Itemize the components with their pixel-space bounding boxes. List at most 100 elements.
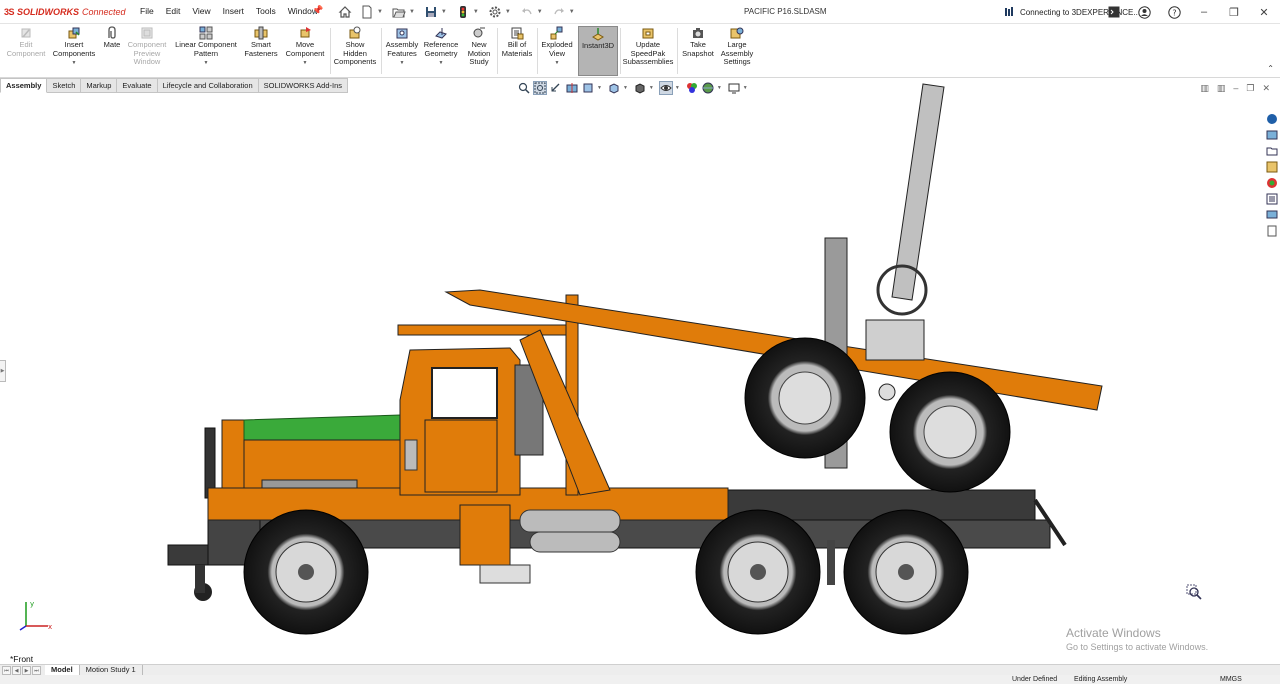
assembly-features-dropdown-icon[interactable]: ▼ [400,59,405,68]
previous-tab-icon[interactable]: ◀ [12,665,21,675]
view-orientation-icon[interactable] [607,81,621,95]
view-settings-dropdown-icon[interactable]: ▼ [743,85,748,91]
insert-components-dropdown-icon[interactable]: ▼ [72,59,77,68]
zoom-to-fit-icon[interactable] [517,81,531,95]
options-dropdown-icon[interactable]: ▼ [505,9,511,15]
options-gear-icon[interactable] [486,3,504,21]
linear-component-pattern-button[interactable]: Linear Component Pattern ▼ [172,26,240,68]
menu-file[interactable]: File [140,6,154,16]
close-window-icon[interactable]: ✕ [1256,4,1272,20]
split-view-right-icon[interactable]: ▥ [1217,83,1226,94]
reference-geometry-dropdown-icon[interactable]: ▼ [439,59,444,68]
dynamic-annotation-views-icon[interactable] [581,81,595,95]
next-tab-icon[interactable]: ▶ [22,665,31,675]
hide-show-dropdown-icon[interactable]: ▼ [675,85,680,91]
redo-dropdown-icon[interactable]: ▼ [569,9,575,15]
viewport-window-controls: ▥ ▥ – ❐ ✕ [1200,83,1270,94]
edit-appearance-icon[interactable] [685,81,699,95]
tab-lifecycle-collaboration[interactable]: Lifecycle and Collaboration [157,78,259,93]
rebuild-dropdown-icon[interactable]: ▼ [473,9,479,15]
tab-evaluate[interactable]: Evaluate [117,78,158,93]
file-explorer-icon[interactable] [1265,144,1279,158]
undo-dropdown-icon[interactable]: ▼ [537,9,543,15]
design-library-icon[interactable] [1265,128,1279,142]
collapse-ribbon-icon[interactable]: ⌃ [1267,64,1274,73]
tab-markup[interactable]: Markup [81,78,118,93]
exploded-view-dropdown-icon[interactable]: ▼ [555,59,560,68]
show-hidden-components-button[interactable]: Show Hidden Components [332,26,378,67]
mate-button[interactable]: Mate [100,26,124,50]
large-assembly-label: Large Assembly Settings [720,40,754,67]
move-component-button[interactable]: Move Component ▼ [282,26,328,68]
maximize-window-icon[interactable]: ❐ [1226,4,1242,20]
instant3d-button[interactable]: Instant3D [578,26,618,76]
viewport-restore-icon[interactable]: ❐ [1246,83,1254,94]
new-motion-study-button[interactable]: New Motion Study [462,26,496,67]
component-preview-window-button[interactable]: Component Preview Window [124,26,170,67]
viewport-minimize-icon[interactable]: – [1233,83,1238,94]
reference-geometry-button[interactable]: Reference Geometry ▼ [422,26,460,68]
help-icon[interactable]: ? [1166,4,1182,20]
display-style-dropdown-icon[interactable]: ▼ [649,85,654,91]
tab-sketch[interactable]: Sketch [47,78,82,93]
pin-menu-icon[interactable]: 📌 [312,5,323,16]
redo-icon[interactable] [550,3,568,21]
solidworks-logo[interactable]: 3S SOLIDWORKS Connected [4,5,126,19]
home-icon[interactable] [336,3,354,21]
menu-view[interactable]: View [192,6,210,16]
user-account-icon[interactable] [1136,4,1152,20]
new-dropdown-icon[interactable]: ▼ [377,9,383,15]
display-style-icon[interactable] [633,81,647,95]
annotation-views-dropdown-icon[interactable]: ▼ [597,85,602,91]
menu-edit[interactable]: Edit [166,6,181,16]
save-icon[interactable] [422,3,440,21]
update-speedpak-button[interactable]: Update SpeedPak Subassemblies [622,26,674,67]
graphics-area[interactable] [0,0,1280,684]
assembly-features-button[interactable]: Assembly Features ▼ [383,26,421,68]
menu-insert[interactable]: Insert [223,6,244,16]
exploded-view-button[interactable]: Exploded View ▼ [539,26,575,68]
open-icon[interactable] [390,3,408,21]
appearances-icon[interactable] [1265,176,1279,190]
linear-pattern-dropdown-icon[interactable]: ▼ [204,59,209,68]
first-tab-icon[interactable]: ⏮ [2,665,11,675]
tab-assembly[interactable]: Assembly [0,78,48,93]
view-settings-icon[interactable] [727,81,741,95]
menu-tools[interactable]: Tools [256,6,276,16]
large-assembly-settings-button[interactable]: Large Assembly Settings [718,26,756,67]
hide-show-items-icon[interactable] [658,81,673,95]
tab-motion-study-1[interactable]: Motion Study 1 [80,664,143,676]
zoom-to-area-icon[interactable] [533,81,547,95]
move-component-dropdown-icon[interactable]: ▼ [303,59,308,68]
view-orientation-dropdown-icon[interactable]: ▼ [623,85,628,91]
command-prompt-icon[interactable] [1106,4,1122,20]
edit-component-button[interactable]: Edit Component [4,26,48,58]
previous-view-icon[interactable] [549,81,563,95]
bill-of-materials-button[interactable]: Bill of Materials [499,26,535,58]
save-dropdown-icon[interactable]: ▼ [441,9,447,15]
recent-documents-icon[interactable] [1265,224,1279,238]
feature-manager-expand-handle[interactable]: ▶ [0,360,6,382]
traffic-light-icon[interactable] [454,3,472,21]
insert-components-button[interactable]: Insert Components ▼ [50,26,98,68]
open-dropdown-icon[interactable]: ▼ [409,9,415,15]
split-view-left-icon[interactable]: ▥ [1200,83,1209,94]
undo-icon[interactable] [518,3,536,21]
magnifier-icon[interactable] [1186,584,1202,600]
section-view-icon[interactable] [565,81,579,95]
tab-solidworks-add-ins[interactable]: SOLIDWORKS Add-Ins [258,78,348,93]
minimize-window-icon[interactable]: – [1196,4,1212,20]
status-units[interactable]: MMGS [1220,676,1242,683]
smart-fasteners-button[interactable]: Smart Fasteners [242,26,280,58]
tab-model[interactable]: Model [45,664,80,676]
solidworks-forum-icon[interactable] [1265,208,1279,222]
custom-properties-icon[interactable] [1265,192,1279,206]
solidworks-resources-icon[interactable] [1265,112,1279,126]
take-snapshot-button[interactable]: Take Snapshot [679,26,717,58]
new-document-icon[interactable] [358,3,376,21]
view-palette-icon[interactable] [1265,160,1279,174]
last-tab-icon[interactable]: ⏭ [32,665,41,675]
apply-scene-icon[interactable] [701,81,715,95]
viewport-close-icon[interactable]: ✕ [1262,83,1270,94]
apply-scene-dropdown-icon[interactable]: ▼ [717,85,722,91]
